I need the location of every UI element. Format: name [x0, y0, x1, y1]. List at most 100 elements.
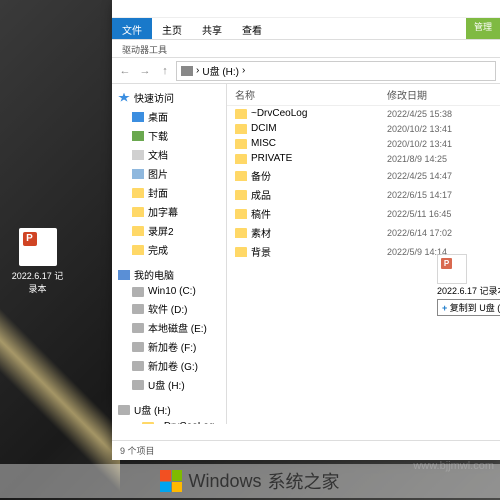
sidebar-item-done[interactable]: 完成 — [112, 240, 226, 259]
file-date: 2020/10/2 13:41 — [387, 124, 492, 134]
windows-logo-icon — [160, 470, 182, 492]
drive-icon — [132, 342, 144, 352]
column-date[interactable]: 修改日期 — [387, 87, 492, 102]
file-date: 2022/4/25 15:38 — [387, 109, 492, 119]
drive-icon — [132, 361, 144, 371]
file-name: 成品 — [251, 187, 271, 202]
sidebar-this-pc[interactable]: 我的电脑 — [112, 265, 226, 284]
file-date: 2022/6/15 14:17 — [387, 190, 492, 200]
pc-icon — [118, 270, 130, 280]
breadcrumb-sep: › — [242, 65, 245, 76]
star-icon — [118, 93, 130, 103]
sidebar-item-downloads[interactable]: 下载 — [112, 126, 226, 145]
watermark-brand: Windows — [188, 471, 261, 492]
sidebar-item-cover[interactable]: 封面 — [112, 183, 226, 202]
sidebar-drive-h[interactable]: U盘 (H:) — [112, 375, 226, 394]
pdf-icon — [19, 228, 57, 266]
document-icon — [132, 150, 144, 160]
folder-icon — [235, 124, 247, 134]
file-list[interactable]: 名称 修改日期 ~DrvCeoLog 2022/4/25 15:38 DCIM 202… — [227, 84, 500, 424]
file-name: 稿件 — [251, 206, 271, 221]
watermark: Windows 系统之家 — [0, 464, 500, 498]
tab-file[interactable]: 文件 — [112, 18, 152, 39]
file-row[interactable]: 稿件2022/5/11 16:45 — [227, 204, 500, 223]
ribbon-tabs: 文件 主页 共享 查看 管理 — [112, 18, 500, 40]
nav-up-button[interactable]: ↑ — [156, 62, 174, 80]
column-headers: 名称 修改日期 — [227, 84, 500, 106]
status-item-count: 9 个项目 — [120, 446, 155, 456]
breadcrumb-drive[interactable]: U盘 (H:) — [202, 63, 239, 78]
desktop-file-label: 2022.6.17 记录本 — [10, 269, 65, 295]
navigation-pane: 快速访问 桌面 下载 文档 图片 封面 加字幕 录屏2 完成 我的电脑 Win1… — [112, 84, 227, 424]
folder-icon — [132, 188, 144, 198]
file-row[interactable]: 素材 2022/6/14 17:02 — [227, 223, 500, 242]
sidebar-item-subtitle[interactable]: 加字幕 — [112, 202, 226, 221]
ribbon-sub-label[interactable]: 驱动器工具 — [122, 43, 167, 54]
drive-icon — [118, 405, 130, 415]
file-name: 背景 — [251, 244, 271, 259]
sidebar-drive-f[interactable]: 新加卷 (F:) — [112, 337, 226, 356]
file-date: 2022/6/14 17:02 — [387, 228, 492, 238]
drive-icon — [132, 304, 144, 314]
folder-icon — [235, 154, 247, 164]
sidebar-drive-g[interactable]: 新加卷 (G:) — [112, 356, 226, 375]
folder-icon — [132, 226, 144, 236]
tab-share[interactable]: 共享 — [192, 18, 232, 39]
desktop-icon — [132, 112, 144, 122]
tab-drive-tools[interactable]: 管理 — [466, 18, 500, 39]
folder-icon — [132, 245, 144, 255]
tab-view[interactable]: 查看 — [232, 18, 272, 39]
file-row[interactable]: DCIM 2020/10/2 13:41 — [227, 121, 500, 136]
tab-home[interactable]: 主页 — [152, 18, 192, 39]
sidebar-item-documents[interactable]: 文档 — [112, 145, 226, 164]
folder-icon — [235, 190, 247, 200]
file-name: PRIVATE — [251, 153, 292, 164]
folder-icon — [132, 207, 144, 217]
breadcrumb-sep: › — [196, 65, 199, 76]
drive-icon — [132, 287, 144, 297]
folder-icon — [235, 109, 247, 119]
sidebar-drive-d[interactable]: 软件 (D:) — [112, 299, 226, 318]
folder-icon — [235, 209, 247, 219]
address-bar: ← → ↑ › U盘 (H:) › — [112, 58, 500, 84]
file-row[interactable]: MISC2020/10/2 13:41 — [227, 136, 500, 151]
sidebar-item-desktop[interactable]: 桌面 — [112, 107, 226, 126]
download-icon — [132, 131, 144, 141]
title-bar[interactable] — [112, 0, 500, 18]
file-row[interactable]: 备份2022/4/25 14:47 — [227, 166, 500, 185]
sidebar-drive-c[interactable]: Win10 (C:) — [112, 284, 226, 299]
folder-icon — [235, 247, 247, 257]
drive-icon — [132, 323, 144, 333]
nav-forward-button[interactable]: → — [136, 62, 154, 80]
folder-icon — [142, 422, 154, 425]
sidebar-item-pictures[interactable]: 图片 — [112, 164, 226, 183]
file-date: 2021/8/9 14:25 — [387, 154, 492, 164]
watermark-suffix: 系统之家 — [268, 468, 340, 494]
file-row[interactable]: PRIVATE 2021/8/9 14:25 — [227, 151, 500, 166]
sidebar-udrive-item[interactable]: ~DrvCeoLog — [112, 419, 226, 424]
explorer-content: 快速访问 桌面 下载 文档 图片 封面 加字幕 录屏2 完成 我的电脑 Win1… — [112, 84, 500, 424]
file-explorer-window: 文件 主页 共享 查看 管理 驱动器工具 ← → ↑ › U盘 (H:) › 快… — [112, 0, 500, 460]
sidebar-udrive[interactable]: U盘 (H:) — [112, 400, 226, 419]
status-bar: 9 个项目 — [112, 440, 500, 460]
file-date: 2022/4/25 14:47 — [387, 171, 492, 181]
desktop-file-icon[interactable]: 2022.6.17 记录本 — [10, 228, 65, 295]
file-date: 2020/10/2 13:41 — [387, 139, 492, 149]
file-name: 素材 — [251, 225, 271, 240]
file-row[interactable]: ~DrvCeoLog 2022/4/25 15:38 — [227, 106, 500, 121]
sidebar-item-record[interactable]: 录屏2 — [112, 221, 226, 240]
file-name: DCIM — [251, 123, 277, 134]
breadcrumb[interactable]: › U盘 (H:) › — [176, 61, 496, 81]
ribbon-sub: 驱动器工具 — [112, 40, 500, 58]
sidebar-quick-access[interactable]: 快速访问 — [112, 88, 226, 107]
file-name: ~DrvCeoLog — [251, 108, 307, 119]
folder-icon — [235, 171, 247, 181]
picture-icon — [132, 169, 144, 179]
file-row[interactable]: 成品 2022/6/15 14:17 — [227, 185, 500, 204]
pdf-icon — [437, 254, 467, 284]
folder-icon — [235, 139, 247, 149]
sidebar-drive-e[interactable]: 本地磁盘 (E:) — [112, 318, 226, 337]
nav-back-button[interactable]: ← — [116, 62, 134, 80]
folder-icon — [235, 228, 247, 238]
column-name[interactable]: 名称 — [235, 87, 387, 102]
